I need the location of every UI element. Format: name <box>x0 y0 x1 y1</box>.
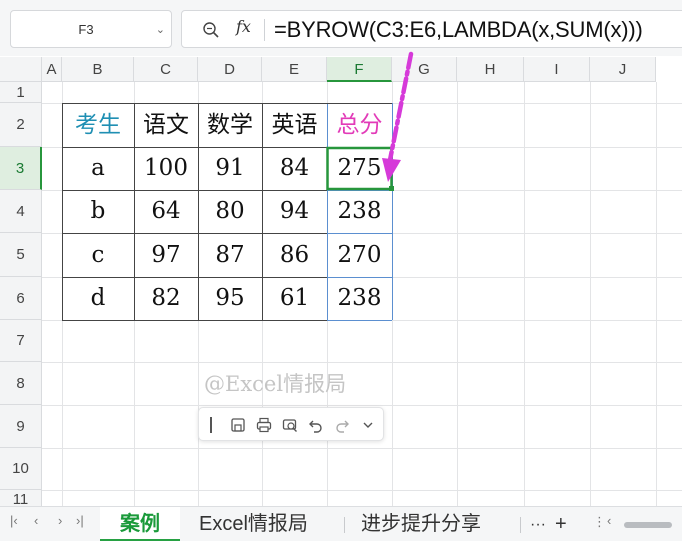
row-header-2[interactable]: 2 <box>0 103 42 147</box>
table-cell[interactable]: 97 <box>134 233 198 277</box>
print-icon[interactable] <box>255 416 273 434</box>
column-header-h[interactable]: H <box>457 57 524 82</box>
add-sheet-button[interactable]: + <box>555 507 567 541</box>
save-icon[interactable] <box>229 416 247 434</box>
tab-divider <box>520 517 521 533</box>
column-header-j[interactable]: J <box>590 57 656 82</box>
row-header-4[interactable]: 4 <box>0 190 42 233</box>
name-box[interactable]: F3 ⌄ <box>10 10 172 48</box>
tab-progress-share[interactable]: 进步提升分享 <box>361 507 481 541</box>
row-header-9[interactable]: 9 <box>0 405 42 448</box>
table-cell[interactable]: 80 <box>198 190 262 233</box>
chevron-down-icon[interactable] <box>359 416 377 434</box>
row-header-7[interactable]: 7 <box>0 320 42 362</box>
table-header-cell[interactable]: 考生 <box>62 103 134 147</box>
total-score-cell[interactable]: 270 <box>327 233 392 277</box>
column-header-b[interactable]: B <box>62 57 134 82</box>
table-header-cell[interactable]: 总分 <box>327 103 392 147</box>
table-header-cell[interactable]: 英语 <box>262 103 327 147</box>
column-header-c[interactable]: C <box>134 57 198 82</box>
column-header-g[interactable]: G <box>392 57 457 82</box>
prev-sheet-icon[interactable]: ‹ <box>34 513 38 528</box>
row-header-1[interactable]: 1 <box>0 82 42 103</box>
row-header-3[interactable]: 3 <box>0 147 42 190</box>
row-header-5[interactable]: 5 <box>0 233 42 277</box>
drag-handle[interactable] <box>210 417 212 433</box>
zoom-icon[interactable] <box>202 21 220 39</box>
formula-bar-area: F3 ⌄ fx =BYROW(C3:E6,LAMBDA(x,SUM(x))) <box>0 0 682 56</box>
quick-toolbar <box>198 407 384 441</box>
column-header-i[interactable]: I <box>524 57 590 82</box>
horizontal-scrollbar[interactable] <box>624 522 672 528</box>
column-header-e[interactable]: E <box>262 57 327 82</box>
table-cell[interactable]: 82 <box>134 277 198 320</box>
chevron-down-icon[interactable]: ⌄ <box>156 11 165 49</box>
table-cell[interactable]: 100 <box>134 147 198 190</box>
table-cell[interactable]: 64 <box>134 190 198 233</box>
row-header-8[interactable]: 8 <box>0 362 42 405</box>
undo-icon[interactable] <box>307 416 325 434</box>
redo-icon[interactable] <box>333 416 351 434</box>
table-cell[interactable]: d <box>62 277 134 320</box>
table-cell[interactable]: 61 <box>262 277 327 320</box>
name-box-value: F3 <box>78 22 94 37</box>
table-cell[interactable]: 87 <box>198 233 262 277</box>
table-cell[interactable]: 84 <box>262 147 327 190</box>
scroll-left-icon[interactable]: ⋮ <box>593 514 606 530</box>
table-header-cell[interactable]: 语文 <box>134 103 198 147</box>
formula-text[interactable]: =BYROW(C3:E6,LAMBDA(x,SUM(x))) <box>274 11 643 49</box>
select-all-corner[interactable] <box>0 57 42 82</box>
last-sheet-icon[interactable]: ›| <box>76 513 84 528</box>
table-cell[interactable]: 91 <box>198 147 262 190</box>
table-cell[interactable]: 86 <box>262 233 327 277</box>
scroll-prev-icon[interactable]: ‹ <box>607 513 611 528</box>
first-sheet-icon[interactable]: |‹ <box>10 513 18 528</box>
watermark-text: @Excel情报局 <box>204 372 347 396</box>
next-sheet-icon[interactable]: › <box>58 513 62 528</box>
formula-divider <box>264 19 265 41</box>
table-cell[interactable]: b <box>62 190 134 233</box>
row-header-6[interactable]: 6 <box>0 277 42 320</box>
more-sheets-button[interactable]: ··· <box>530 507 546 541</box>
table-header-cell[interactable]: 数学 <box>198 103 262 147</box>
column-header-a[interactable]: A <box>42 57 62 82</box>
tab-excel-info[interactable]: Excel情报局 <box>199 507 308 541</box>
fx-icon[interactable]: fx <box>236 17 251 36</box>
formula-input[interactable]: fx =BYROW(C3:E6,LAMBDA(x,SUM(x))) <box>181 10 682 48</box>
table-cell[interactable]: a <box>62 147 134 190</box>
sheet-tab-bar: |‹ ‹ › ›| 案例 Excel情报局 进步提升分享 ··· + ⋮ ‹ <box>0 506 682 541</box>
total-score-cell[interactable]: 238 <box>327 190 392 233</box>
table-cell[interactable]: c <box>62 233 134 277</box>
row-header-10[interactable]: 10 <box>0 448 42 490</box>
total-score-cell[interactable]: 238 <box>327 277 392 320</box>
total-score-cell[interactable]: 275 <box>327 147 392 190</box>
column-header-f[interactable]: F <box>327 57 392 82</box>
table-cell[interactable]: 94 <box>262 190 327 233</box>
tab-case[interactable]: 案例 <box>100 507 180 541</box>
column-header-d[interactable]: D <box>198 57 262 82</box>
tab-divider <box>344 517 345 533</box>
table-cell[interactable]: 95 <box>198 277 262 320</box>
print-preview-icon[interactable] <box>281 416 299 434</box>
